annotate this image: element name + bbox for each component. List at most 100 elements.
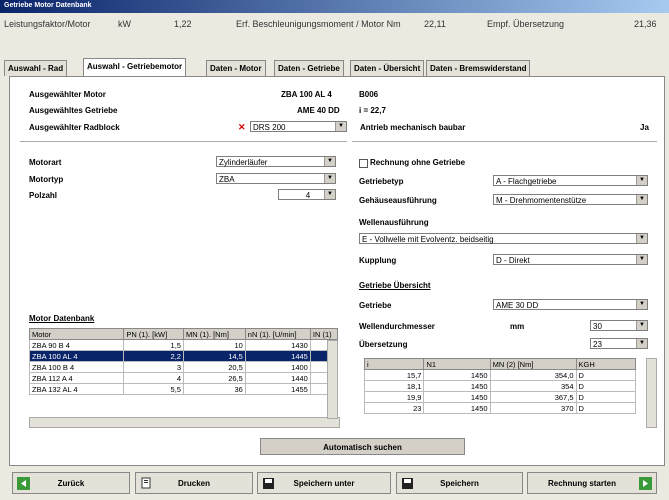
cell-ratio: 18,1: [363, 380, 425, 392]
arrow-right-icon: [639, 477, 652, 490]
gear-table: i N1 MN (2) [Nm] KGH 15,7 1450 354,0 D 1…: [363, 358, 636, 414]
cell-power: 5,5: [123, 383, 184, 395]
save-button[interactable]: Speichern: [396, 472, 523, 494]
shaftdia-select[interactable]: 30 ▼: [590, 320, 648, 331]
housing-label: Gehäuseausführung: [359, 196, 437, 205]
ratio-label: Übersetzung: [359, 340, 408, 349]
column-header[interactable]: KGH: [575, 358, 636, 370]
selected-gear-value: AME 40 DD: [297, 106, 340, 115]
table-header-row: Motor PN (1). [kW] MN (1). [Nm] nN (1). …: [28, 328, 339, 340]
back-label: Zurück: [57, 479, 85, 488]
cell-kgh: D: [575, 369, 636, 381]
column-header[interactable]: MN (2) [Nm]: [489, 358, 577, 370]
divider: [20, 141, 347, 142]
motor-table: Motor PN (1). [kW] MN (1). [Nm] nN (1). …: [28, 328, 339, 395]
poles-select[interactable]: 4 ▼: [278, 189, 336, 200]
table-row[interactable]: 23 1450 370 D: [363, 402, 636, 414]
motor-type-value: Zylinderläufer: [219, 158, 268, 167]
gear-overview-link[interactable]: Getriebe Übersicht: [359, 281, 431, 290]
selected-gear-ratio: i = 22,7: [359, 106, 386, 115]
ratio-label: Empf. Übersetzung: [487, 19, 565, 29]
column-header[interactable]: N1: [423, 358, 491, 370]
ratio-select[interactable]: 23 ▼: [590, 338, 648, 349]
info-bar: Leistungsfaktor/Motor kW 1,22 Erf. Besch…: [4, 15, 665, 35]
table-row[interactable]: ZBA 100 B 4 3 20,5 1400: [28, 361, 339, 373]
window-titlebar: Getriebe Motor Datenbank: [0, 0, 669, 13]
start-calculation-label: Rechnung starten: [547, 479, 616, 488]
tab-auswahl-rad[interactable]: Auswahl - Rad: [4, 60, 68, 76]
vertical-scrollbar[interactable]: [646, 358, 657, 428]
cell-speed: 1455: [244, 383, 311, 395]
cell-power: 1,5: [123, 339, 184, 351]
coupling-value: D - Direkt: [496, 256, 530, 265]
cell-torque: 10: [182, 339, 246, 351]
chevron-down-icon: ▼: [324, 190, 335, 199]
motortype-value: ZBA: [219, 175, 235, 184]
cell-torque: 354: [489, 380, 577, 392]
start-calculation-button[interactable]: Rechnung starten: [527, 472, 657, 494]
horizontal-scrollbar[interactable]: [29, 417, 340, 428]
cell-ratio: 19,9: [363, 391, 425, 403]
column-header[interactable]: MN (1). [Nm]: [182, 328, 246, 340]
ratio-value: 23: [593, 340, 602, 349]
column-header[interactable]: i: [363, 358, 425, 370]
gearbox-select[interactable]: AME 30 DD ▼: [493, 299, 648, 310]
column-header[interactable]: IN (1): [309, 328, 339, 340]
cell-kgh: D: [575, 402, 636, 414]
back-button[interactable]: Zurück: [12, 472, 130, 494]
auto-search-label: Automatisch suchen: [323, 443, 402, 452]
tab-daten-getriebe[interactable]: Daten - Getriebe: [274, 60, 344, 76]
cell-torque: 36: [182, 383, 246, 395]
cell-speed: 1450: [423, 369, 491, 381]
cell-kgh: D: [575, 380, 636, 392]
tab-auswahl-getriebemotor[interactable]: Auswahl - Getriebemotor: [83, 58, 187, 77]
cell-kgh: D: [575, 391, 636, 403]
vertical-scrollbar[interactable]: [327, 340, 338, 419]
table-row[interactable]: 19,9 1450 367,5 D: [363, 391, 636, 403]
housing-select[interactable]: M - Drehmomentenstütze ▼: [493, 194, 648, 205]
column-header[interactable]: nN (1). [U/min]: [244, 328, 311, 340]
selected-gear-label: Ausgewähltes Getriebe: [29, 106, 118, 115]
table-row[interactable]: ZBA 132 AL 4 5,5 36 1455: [28, 383, 339, 395]
save-label: Speichern: [440, 479, 479, 488]
cell-torque: 367,5: [489, 391, 577, 403]
gearbox-value: AME 30 DD: [496, 301, 539, 310]
coupling-select[interactable]: D - Direkt ▼: [493, 254, 648, 265]
table-row-selected[interactable]: ZBA 100 AL 4 2,2 14,5 1445: [28, 350, 339, 362]
divider: [352, 141, 657, 142]
cell-motor: ZBA 112 A 4: [28, 372, 125, 384]
chevron-down-icon: ▼: [636, 176, 647, 185]
print-button[interactable]: Drucken: [135, 472, 253, 494]
column-header[interactable]: PN (1). [kW]: [123, 328, 184, 340]
cell-speed: 1440: [244, 372, 311, 384]
cell-motor: ZBA 90 B 4: [28, 339, 125, 351]
cell-speed: 1450: [423, 391, 491, 403]
tab-daten-uebersicht[interactable]: Daten - Übersicht: [350, 60, 425, 76]
table-row[interactable]: 15,7 1450 354,0 D: [363, 369, 636, 381]
cell-torque: 354,0: [489, 369, 577, 381]
table-row[interactable]: 18,1 1450 354 D: [363, 380, 636, 392]
selected-motor-value: ZBA 100 AL 4: [281, 90, 332, 99]
housing-value: M - Drehmomentenstütze: [496, 196, 587, 205]
cell-motor: ZBA 132 AL 4: [28, 383, 125, 395]
cell-motor: ZBA 100 AL 4: [28, 350, 125, 362]
motor-type-label: Motorart: [29, 158, 62, 167]
wheel-error-icon: ✕: [238, 122, 246, 132]
no-gear-checkbox[interactable]: [359, 159, 368, 168]
table-row[interactable]: ZBA 112 A 4 4 26,5 1440: [28, 372, 339, 384]
auto-search-button[interactable]: Automatisch suchen: [260, 438, 465, 455]
column-header[interactable]: Motor: [28, 328, 125, 340]
geartype-value: A - Flachgetriebe: [496, 177, 557, 186]
save-as-button[interactable]: Speichern unter: [257, 472, 391, 494]
shaft-select[interactable]: E - Vollwelle mit Evolventz. beidseitig …: [359, 233, 648, 244]
geartype-select[interactable]: A - Flachgetriebe ▼: [493, 175, 648, 186]
selected-motor-label: Ausgewählter Motor: [29, 90, 106, 99]
table-row[interactable]: ZBA 90 B 4 1,5 10 1430: [28, 339, 339, 351]
tab-daten-bremswiderstand[interactable]: Daten - Bremswiderstand: [426, 60, 531, 76]
wheel-select[interactable]: DRS 200 ▼: [250, 121, 347, 132]
motortype-select[interactable]: ZBA ▼: [216, 173, 336, 184]
tab-daten-motor[interactable]: Daten - Motor: [206, 60, 266, 76]
motor-type-select[interactable]: Zylinderläufer ▼: [216, 156, 336, 167]
shaftdia-label: Wellendurchmesser: [359, 322, 435, 331]
window-title: Getriebe Motor Datenbank: [4, 2, 92, 9]
